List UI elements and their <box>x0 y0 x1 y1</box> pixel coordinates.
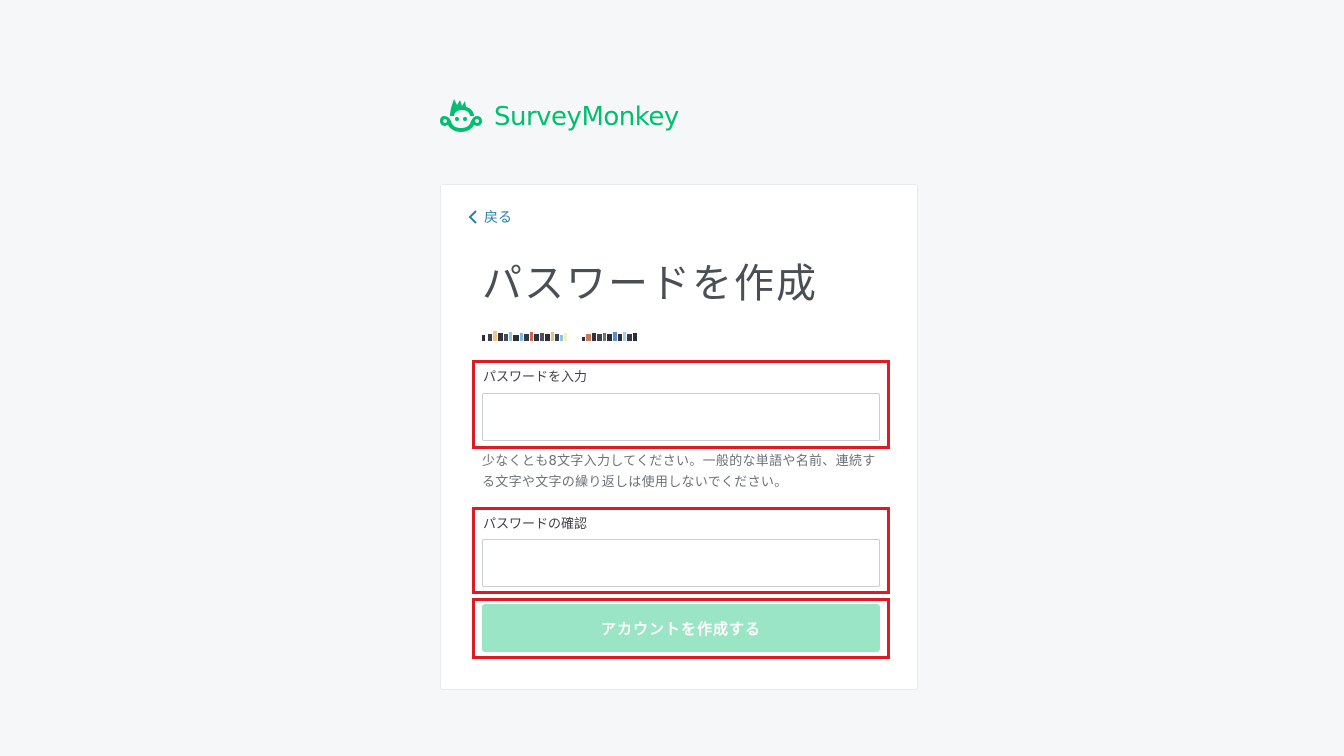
back-link[interactable]: 戻る <box>468 207 512 227</box>
back-link-label: 戻る <box>484 210 512 226</box>
monkey-logo-icon <box>440 99 482 132</box>
create-account-button[interactable]: アカウントを作成する <box>482 604 880 652</box>
page-title: パスワードを作成 <box>482 261 818 307</box>
password-hint: 少なくとも8文字入力してください。一般的な単語や名前、連続する文字や文字の繰り返… <box>482 454 876 490</box>
submit-button-highlight: アカウントを作成する <box>472 598 890 659</box>
confirm-password-field-group: パスワードの確認 <box>472 507 890 594</box>
password-field-group: パスワードを入力 <box>472 360 890 449</box>
confirm-password-input[interactable] <box>482 539 880 587</box>
brand-name: SurveyMonkey <box>494 101 679 132</box>
password-input[interactable] <box>482 393 880 441</box>
password-label: パスワードを入力 <box>483 370 588 385</box>
confirm-password-label: パスワードの確認 <box>483 517 588 532</box>
create-password-card: 戻る パスワードを作成 パスワードを入力 少なくとも8文字入力してください。一般… <box>440 184 918 690</box>
chevron-left-icon <box>468 210 477 224</box>
redacted-email <box>482 331 637 341</box>
surveymonkey-logo[interactable]: SurveyMonkey <box>440 97 679 137</box>
